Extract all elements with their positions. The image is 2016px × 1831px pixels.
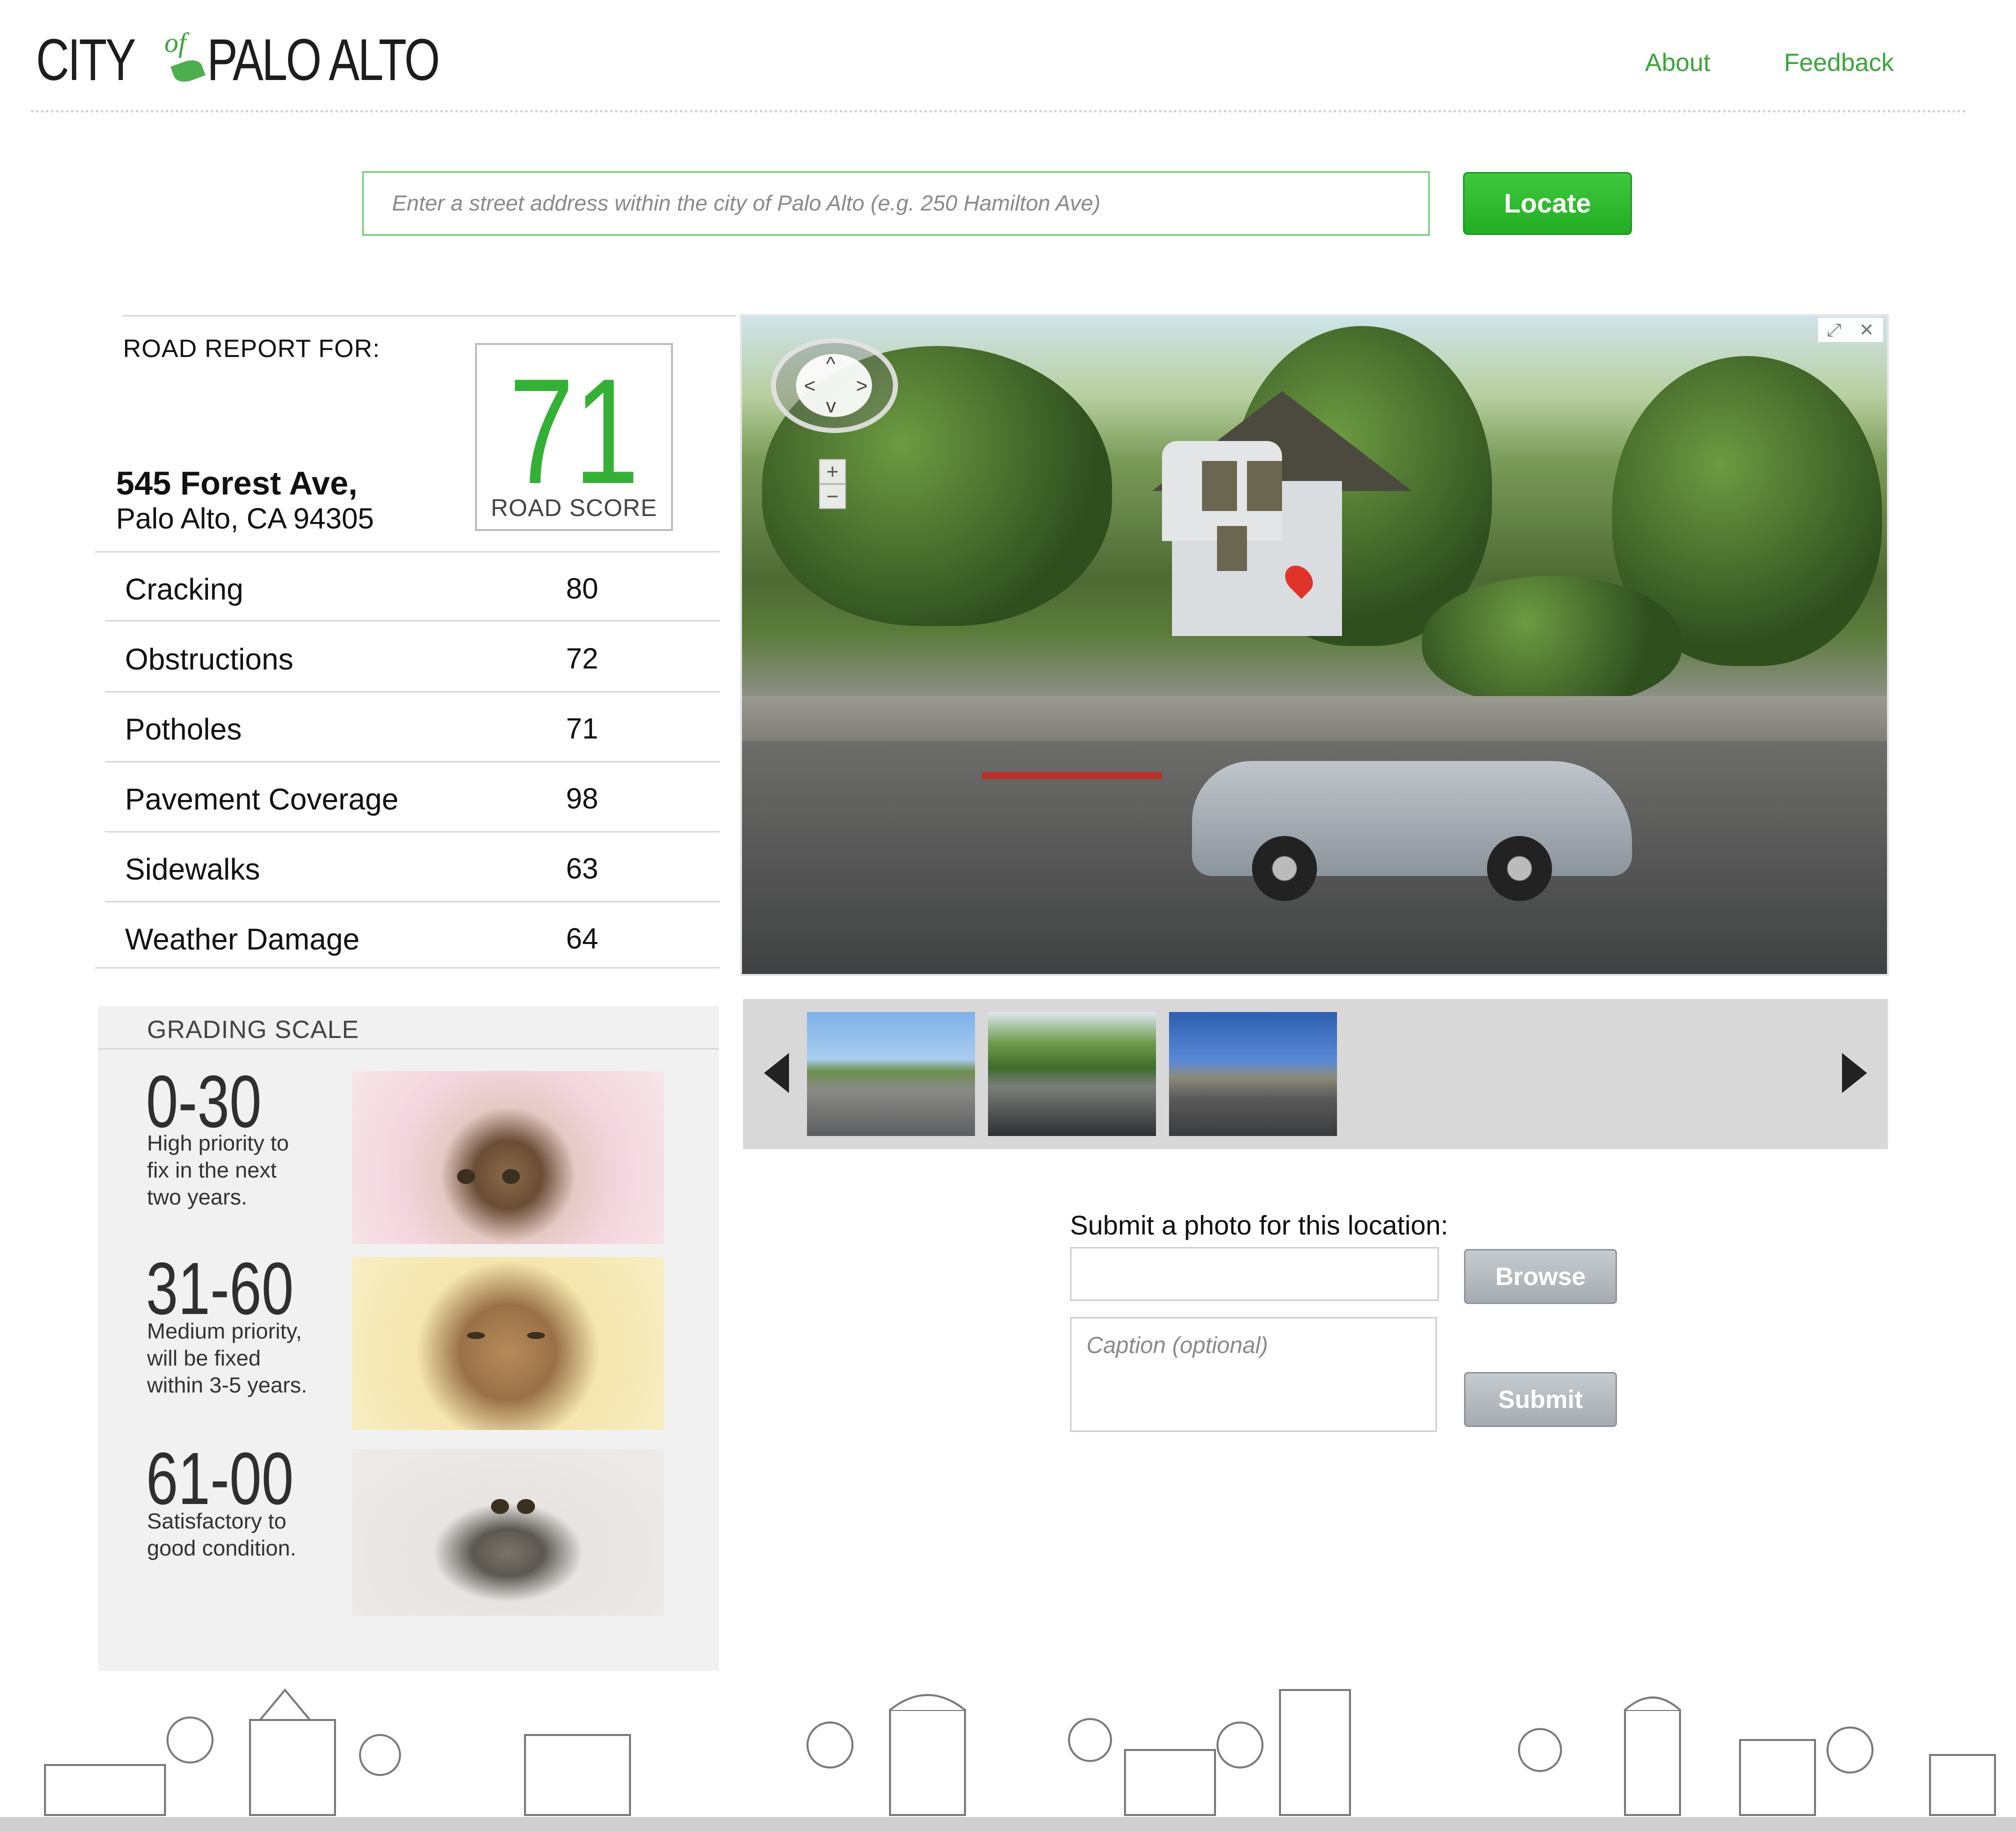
submit-button[interactable]: Submit — [1464, 1372, 1617, 1427]
grading-divider — [98, 1048, 719, 1050]
arrow-left-icon[interactable] — [764, 1053, 789, 1093]
road-score-box: 71 ROAD SCORE — [475, 343, 673, 531]
nav-feedback-link[interactable]: Feedback — [1784, 48, 1894, 77]
expand-icon[interactable]: ⤢ — [1827, 320, 1842, 341]
metric-divider — [105, 620, 720, 622]
nav-about-link[interactable]: About — [1645, 48, 1710, 77]
grading-scale-title: GRADING SCALE — [147, 1016, 360, 1044]
road-score-label: ROAD SCORE — [490, 495, 658, 522]
photo-file-field[interactable] — [1070, 1247, 1439, 1301]
metrics-bottom-divider — [95, 967, 720, 968]
report-heading: ROAD REPORT FOR: — [123, 334, 380, 362]
car-wheel — [1252, 836, 1317, 901]
address-line-1: 545 Forest Ave, — [116, 464, 358, 502]
pan-right-icon[interactable]: > — [856, 375, 868, 398]
street-view-image — [742, 316, 1887, 974]
kitten-eye — [457, 1169, 475, 1184]
logo-text-of: of — [164, 28, 186, 58]
red-curb — [982, 772, 1162, 779]
house-window — [1247, 461, 1282, 511]
pan-up-icon[interactable]: ^ — [826, 353, 836, 376]
close-icon[interactable]: ✕ — [1859, 320, 1874, 340]
metric-name-obstructions: Obstructions — [125, 642, 294, 676]
metrics-top-divider — [95, 551, 720, 552]
pan-left-icon[interactable]: < — [804, 375, 816, 398]
grade-range-3: 61-00 — [146, 1438, 294, 1520]
grade-range-1: 0-30 — [146, 1060, 262, 1143]
metric-value-weather-damage: 64 — [566, 922, 598, 955]
metric-divider — [105, 691, 720, 692]
grade-range-2: 31-60 — [146, 1248, 294, 1330]
kitten-image-2 — [352, 1257, 664, 1430]
street-view-corner-controls: ⤢ ✕ — [1818, 318, 1883, 342]
arrow-right-icon[interactable] — [1842, 1053, 1867, 1093]
metric-value-potholes: 71 — [566, 712, 598, 745]
grade-description-2: Medium priority, will be fixed within 3-… — [147, 1319, 308, 1398]
metric-divider — [105, 831, 720, 832]
grade-description-3: Satisfactory to good condition. — [147, 1509, 296, 1560]
thumbnail-photo-1[interactable] — [807, 1012, 975, 1136]
metric-name-sidewalks: Sidewalks — [125, 852, 260, 886]
metric-name-pavement-coverage: Pavement Coverage — [125, 782, 398, 816]
caption-input[interactable] — [1070, 1317, 1437, 1432]
logo-text-palo-alto: PALO ALTO — [207, 27, 440, 93]
browse-button[interactable]: Browse — [1464, 1249, 1617, 1304]
hedge — [1422, 576, 1682, 706]
pan-down-icon[interactable]: v — [826, 395, 836, 418]
kitten-eye — [517, 1499, 535, 1514]
metric-divider — [105, 901, 720, 902]
metric-name-potholes: Potholes — [125, 712, 242, 746]
kitten-eye — [502, 1169, 520, 1184]
sidewalk — [742, 696, 1887, 741]
submit-photo-label: Submit a photo for this location: — [1070, 1210, 1448, 1240]
logo-text-city: CITY — [36, 27, 136, 93]
locate-button[interactable]: Locate — [1463, 172, 1632, 235]
metric-value-pavement-coverage: 98 — [566, 782, 598, 815]
metric-name-weather-damage: Weather Damage — [125, 922, 360, 956]
zoom-in-button[interactable]: + — [819, 459, 846, 484]
metric-divider — [105, 761, 720, 762]
grade-description-1: High priority to fix in the next two yea… — [147, 1131, 289, 1210]
parked-car — [1192, 761, 1632, 901]
pan-control[interactable]: ^ < > v — [771, 338, 898, 433]
house-window — [1217, 526, 1247, 571]
street-view-panorama[interactable]: ^ < > v + − ⤢ ✕ — [740, 314, 1889, 976]
city-logo[interactable]: CITY of PALO ALTO — [36, 20, 504, 100]
photo-thumbnail-strip — [743, 999, 1888, 1149]
kitten-eye — [491, 1499, 509, 1514]
car-wheel — [1487, 836, 1552, 901]
kitten-image-1 — [352, 1071, 664, 1244]
road-score-value: 71 — [508, 347, 640, 515]
metric-value-sidewalks: 63 — [566, 852, 598, 885]
header-divider — [31, 110, 1967, 112]
thumbnail-photo-3[interactable] — [1169, 1012, 1337, 1136]
kitten-image-3 — [352, 1449, 664, 1616]
metric-name-cracking: Cracking — [125, 572, 244, 606]
kitten-eye — [527, 1332, 545, 1339]
thumbnail-photo-2[interactable] — [988, 1012, 1156, 1136]
kitten-eye — [467, 1332, 485, 1339]
ground-strip — [0, 1817, 2016, 1831]
metric-value-obstructions: 72 — [566, 642, 598, 675]
address-line-2: Palo Alto, CA 94305 — [116, 502, 374, 535]
metric-value-cracking: 80 — [566, 572, 598, 605]
report-top-divider — [123, 315, 736, 316]
leaf-icon — [170, 56, 206, 86]
city-skyline-illustration — [44, 1688, 1996, 1816]
zoom-out-button[interactable]: − — [819, 484, 846, 509]
house-window — [1202, 461, 1237, 511]
address-search-input[interactable] — [362, 171, 1430, 236]
grading-scale-panel: GRADING SCALE 0-30 High priority to fix … — [98, 1006, 719, 1671]
